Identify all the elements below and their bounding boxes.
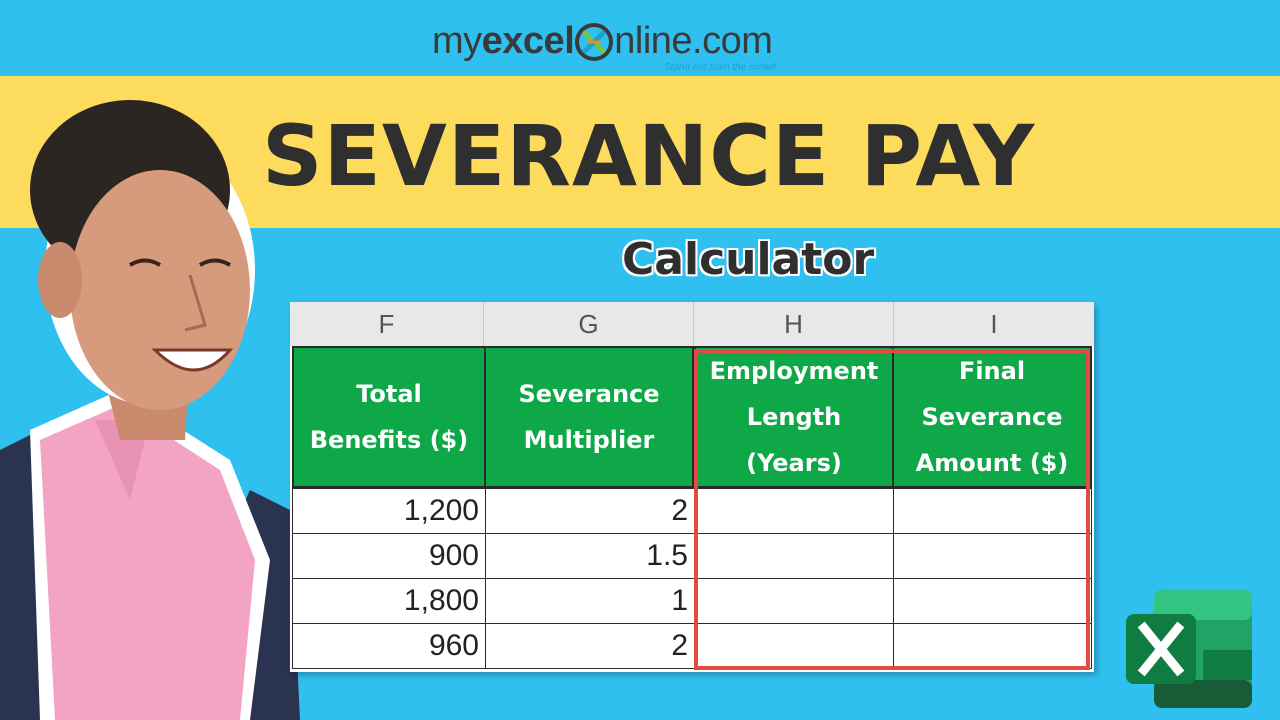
cell-h-row4[interactable] (694, 623, 894, 669)
column-header-f: F (290, 302, 484, 346)
column-header-i: I (894, 302, 1094, 346)
header-employment-length: Employment Length (Years) (694, 346, 894, 488)
cell-g-row2[interactable]: 1.5 (485, 533, 695, 579)
header-final-severance: Final Severance Amount ($) (892, 346, 1092, 488)
cell-i-row4[interactable] (893, 623, 1092, 669)
column-header-g: G (484, 302, 694, 346)
header-severance-multiplier: Severance Multiplier (484, 346, 694, 488)
cell-f-row2[interactable]: 900 (292, 533, 486, 579)
header-total-benefits: Total Benefits ($) (292, 346, 486, 488)
cell-f-row1[interactable]: 1,200 (292, 488, 486, 534)
cell-f-row3[interactable]: 1,800 (292, 578, 486, 624)
spreadsheet: F G H I Total Benefits ($) Severance Mul… (290, 302, 1094, 672)
thumbnail: my excel nline.com Stand out from the cr… (0, 0, 1280, 720)
cell-h-row2[interactable] (694, 533, 894, 579)
presenter-photo (0, 100, 300, 720)
cell-i-row2[interactable] (893, 533, 1092, 579)
cell-i-row3[interactable] (893, 578, 1092, 624)
page-title: SEVERANCE PAY (262, 107, 1036, 205)
cell-i-row1[interactable] (893, 488, 1092, 534)
logo-tagline: Stand out from the crowd (664, 62, 776, 73)
cell-f-row4[interactable]: 960 (292, 623, 486, 669)
cell-g-row4[interactable]: 2 (485, 623, 695, 669)
logo-suffix: nline.com (614, 20, 773, 62)
logo-prefix: my (432, 20, 482, 62)
excel-icon (1126, 590, 1252, 708)
page-subtitle: Calculator (622, 234, 875, 285)
brand-logo: my excel nline.com Stand out from the cr… (432, 16, 852, 73)
cell-g-row3[interactable]: 1 (485, 578, 695, 624)
cell-h-row1[interactable] (694, 488, 894, 534)
logo-x-mark-icon (575, 22, 614, 61)
cell-g-row1[interactable]: 2 (485, 488, 695, 534)
logo-bold: excel (481, 20, 575, 62)
cell-h-row3[interactable] (694, 578, 894, 624)
column-header-h: H (694, 302, 894, 346)
